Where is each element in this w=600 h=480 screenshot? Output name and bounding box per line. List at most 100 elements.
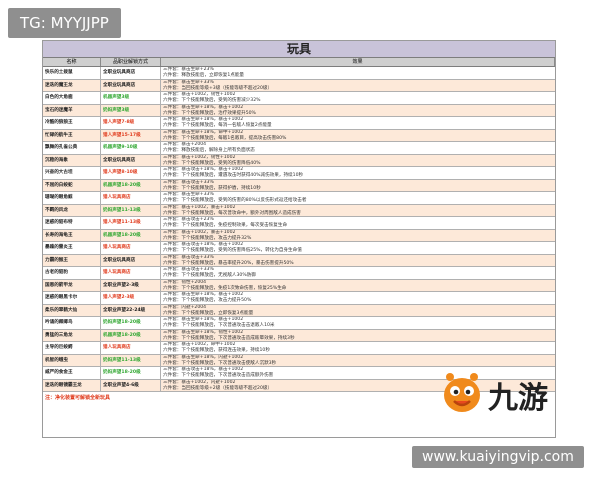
row-source: 奶妈声望3级: [101, 104, 161, 116]
row-effect-6set: 六件套：释放技能后，解除身上所有负面状态: [163, 148, 255, 153]
row-source: 全职业玩具商店: [101, 79, 161, 91]
row-name: 迷惑的貂布特: [43, 217, 101, 229]
site-url-watermark: www.kuaiyingvip.com: [412, 446, 584, 468]
row-source: 猎人玩具商店: [101, 192, 161, 204]
row-effect: 三件套：暴击+1002，韧性+1002 六件套：下个技能释放后，受到的伤害降低40…: [161, 155, 555, 167]
row-name: 长寿的海龟王: [43, 229, 101, 241]
row-effect-6set: 六件套：下个技能释放后，治疗效果提升50%: [163, 110, 256, 116]
row-name: 吟诵的卿卿鸟: [43, 317, 101, 329]
table-row: 长寿的海龟王 机器声望18-20级 三件套：暴击+1002，暴击+1002 六件套：下…: [43, 229, 555, 242]
table-row: 宝石的迷魔羊 奶妈声望3级 三件套：暴击生命+18%，暴击+1002 六件套：下个技能…: [43, 104, 555, 117]
header-name: 名称: [43, 58, 101, 66]
row-effect-6set: 六件套：下个技能释放后，每敌1名敌目，提高攻击伤害80%: [163, 135, 287, 141]
row-effect-6set: 六件套：下个技能释放后，受到的伤害减少32%: [163, 98, 261, 103]
table-title: 玩具: [43, 41, 555, 58]
row-effect-6set: 六件套：下个技能释放后，下次普通攻击造成眩晕效果，持续3秒: [163, 335, 295, 341]
row-source: 猎人玩具商店: [101, 242, 161, 254]
row-name: 忙碌的航牛王: [43, 129, 101, 141]
row-name: 柔乐的翠鹤大仙: [43, 304, 101, 316]
row-source: 全职业玩具商店: [101, 154, 161, 166]
table-row: 迷惑的眼黑卡尔 猎人声望2-3级 三件套：暴击生命+18%，暴击+1002 六件套：下…: [43, 292, 555, 305]
row-effect: 三件套：闪避+2004 六件套：下个技能释放后，立即恢复3点能量: [161, 305, 555, 317]
row-effect-6set: 六件套：下个技能释放后，受到的伤害降低40%: [163, 160, 261, 166]
row-name: 迷惑的眼黑卡尔: [43, 292, 101, 304]
row-effect: 三件套：暴击+1002，命中+1002 六件套：下个技能释放后，获得连击效果，持续…: [161, 342, 555, 354]
header-source: 品职业解锁方式: [101, 58, 161, 66]
row-effect-6set: 六件套：下个技能释放后，免疫控制效果，每次受击恢复生命: [163, 223, 288, 228]
row-effect: 三件套：暴击攻击+18%，暴击+1002 六件套：下个技能释放后，遭遇攻击时获得4…: [161, 167, 555, 179]
row-effect: 三件套：暴击攻击+33% 六件套：下个技能释放后，无视敌人30%防御: [161, 267, 555, 279]
row-effect-6set: 六件套：下个技能释放后，受到的伤害的80%以反伤形式返还给攻击者: [163, 198, 307, 203]
row-name: 珊瑚的眼角鲸: [43, 192, 101, 204]
row-name: 不屈的白蛟蛇: [43, 179, 101, 191]
table-row: 白色的大角鹿 机器声望3级 三件套：暴击+1002，韧性+1002 六件套：下个技能释…: [43, 92, 555, 105]
header-effect: 效果: [161, 58, 555, 66]
table-row: 勇猛的三角龙 机器声望18-20级 三件套：暴击生命+18%，韧性+1002 六件套：…: [43, 329, 555, 342]
jiuyou-logo: 九游: [438, 369, 558, 419]
row-effect: 三件套：暴击+1002，暴击+1002 六件套：下个技能释放后，攻击力提升32%: [161, 230, 555, 242]
row-effect: 三件套：暴击生命+18%，暴击+1002 六件套：下个技能释放后，每消一名敌人恢复…: [161, 117, 555, 129]
table-row: 暴躁的雷炎王 猎人玩具商店 三件套：暴击攻击+18%，暴击+1002 六件套：下个技能…: [43, 242, 555, 255]
table-row: 沉稳的海象 全职业玩具商店 三件套：暴击+1002，韧性+1002 六件套：下个技能释…: [43, 154, 555, 167]
row-source: 猎人声望2-3级: [101, 292, 161, 304]
row-effect: 三件套：暴击+2004 六件套：释放技能后，解除身上所有负面状态: [161, 142, 555, 154]
table-row: 古老的貂豹 猎人玩具商店 三件套：暴击攻击+33% 六件套：下个技能释放后，无视敌人3…: [43, 267, 555, 280]
table-row: 柔乐的翠鹤大仙 全职业声望22-24级 三件套：闪避+2004 六件套：下个技能释放后…: [43, 304, 555, 317]
table-row: 迷惑的貂布特 猎人声望11-13级 三件套：暴击攻击+23% 六件套：下个技能释放后，…: [43, 217, 555, 230]
table-row: 珊瑚的眼角鲸 猎人玩具商店 三件套：暴击生命+33% 六件套：下个技能释放后，受到的伤…: [43, 192, 555, 205]
row-name: 白色的大角鹿: [43, 92, 101, 104]
row-effect-6set: 六件套：下个技能释放后，下次普通攻击使敌人沉默3秒: [163, 360, 277, 366]
table-row: 吟诵的卿卿鸟 奶妈声望18-20级 三件套：暴击生命+18%，暴击+1002 六件套：…: [43, 317, 555, 330]
row-name: 不羁的风龙: [43, 204, 101, 216]
table-row: 机智的蛾虫 奶妈声望11-13级 三件套：暴击生命+18%，闪避+1002 六件套：下…: [43, 354, 555, 367]
row-source: 全职业声望22-24级: [101, 304, 161, 316]
row-effect-6set: 六件套：下个技能释放后，遭遇攻击时获得40%减伤效果，持续10秒: [163, 173, 304, 178]
row-source: 全职业声望4-6级: [101, 379, 161, 391]
row-effect-6set: 六件套：下个技能释放后，每次普攻命中，额外对周围敌人造成伤害: [163, 210, 301, 216]
row-source: 猎人玩具商店: [101, 267, 161, 279]
jiuyou-mascot-icon: [444, 373, 480, 412]
row-source: 猎人声望8-10级: [101, 167, 161, 179]
row-effect: 三件套：暴击生命+18%，暴击+1002 六件套：下个技能释放后，下次普通攻击击退…: [161, 317, 555, 329]
row-source: 全职业声望2-3级: [101, 279, 161, 291]
row-effect: 三件套：暴击生命+18%，命中+1002 六件套：下个技能释放后，每敌1名敌目，提…: [161, 130, 555, 142]
row-effect: 三件套：暴击+1002，暴击+1002 六件套：下个技能释放后，每次普攻命中，额外…: [161, 205, 555, 217]
row-effect-6set: 六件套：下个技能释放后，暴击率提升20%，暴击伤害提升50%: [163, 260, 294, 266]
row-effect-6set: 六件套：释放技能后，立即恢复1点能量: [163, 73, 245, 78]
telegram-watermark: TG: MYYJJPP: [8, 8, 121, 38]
table-row: 飘舞的孔雀公典 机器声望9-10级 三件套：暴击+2004 六件套：释放技能后，解除身…: [43, 142, 555, 155]
row-effect-6set: 六件套：下个技能释放后，获得护盾，持续10秒: [163, 185, 261, 191]
table-row: 不屈的白蛟蛇 机器声望18-20级 三件套：暴击攻击+33% 六件套：下个技能释放后，…: [43, 179, 555, 192]
row-effect: 三件套：韧性+2004 六件套：下个技能释放后，免疫1次致命伤害，恢复25%生命: [161, 280, 555, 292]
table-row: 力霸的猴王 全职业玩具商店 三件套：暴击攻击+33% 六件套：下个技能释放后，暴击率提…: [43, 254, 555, 267]
table-body: 快乐的土拨鼠 全职业玩具商店 三件套：暴击生命+23% 六件套：释放技能后，立即恢复1…: [43, 67, 555, 392]
row-source: 全职业玩具商店: [101, 67, 161, 79]
table-row: 不羁的风龙 奶妈声望11-13级 三件套：暴击+1002，暴击+1002 六件套：下个…: [43, 204, 555, 217]
row-effect-6set: 六件套：下个技能释放后，攻击力提升32%: [163, 235, 252, 241]
row-name: 宝石的迷魔羊: [43, 104, 101, 116]
row-source: 奶妈声望11-13级: [101, 354, 161, 366]
row-name: 主导的巨蛟鳄: [43, 342, 101, 354]
row-effect: 三件套：暴击生命+18%，暴击+1002 六件套：下个技能释放后，治疗效果提升50…: [161, 105, 555, 117]
row-source: 奶妈声望11-13级: [101, 204, 161, 216]
row-source: 猎人声望15-17级: [101, 129, 161, 141]
row-effect-6set: 六件套：下个技能释放后，免疫1次致命伤害，恢复25%生命: [163, 285, 287, 291]
row-effect-6set: 六件套：下个技能释放后，下次普通攻击击退敌人10米: [163, 323, 275, 328]
row-effect: 三件套：暴击攻击+18%，暴击+1002 六件套：下个技能释放后，受到的伤害降低2…: [161, 242, 555, 254]
table-header: 名称 品职业解锁方式 效果: [43, 58, 555, 67]
row-name: 迷迭的魔王龙: [43, 79, 101, 91]
row-name: 勇猛的三角龙: [43, 329, 101, 341]
row-name: 力霸的猴王: [43, 254, 101, 266]
row-source: 奶妈声望18-20级: [101, 367, 161, 379]
table-row: 冷酷的狼狼王 猎人声望7-8级 三件套：暴击生命+18%，暴击+1002 六件套：下个…: [43, 117, 555, 130]
row-effect: 三件套：暴击+1002，韧性+1002 六件套：下个技能释放后，受到的伤害减少32…: [161, 92, 555, 104]
table-row: 忙碌的航牛王 猎人声望15-17级 三件套：暴击生命+18%，命中+1002 六件套：…: [43, 129, 555, 142]
row-effect-6set: 六件套：下个技能释放后，受到的伤害降低25%，转化为自身生命值: [163, 248, 302, 253]
row-source: 机器声望18-20级: [101, 329, 161, 341]
row-effect-6set: 六件套：下个技能释放后，攻击力提升50%: [163, 298, 252, 303]
row-effect: 三件套：暴击生命+33% 六件套：当回技能等级+3级（技能等级不超过20级）: [161, 80, 555, 92]
row-source: 机器声望18-20级: [101, 229, 161, 241]
row-effect: 三件套：暴击生命+18%，韧性+1002 六件套：下个技能释放后，下次普通攻击造成…: [161, 330, 555, 342]
row-source: 猎人声望7-8级: [101, 117, 161, 129]
row-source: 机器声望3级: [101, 92, 161, 104]
